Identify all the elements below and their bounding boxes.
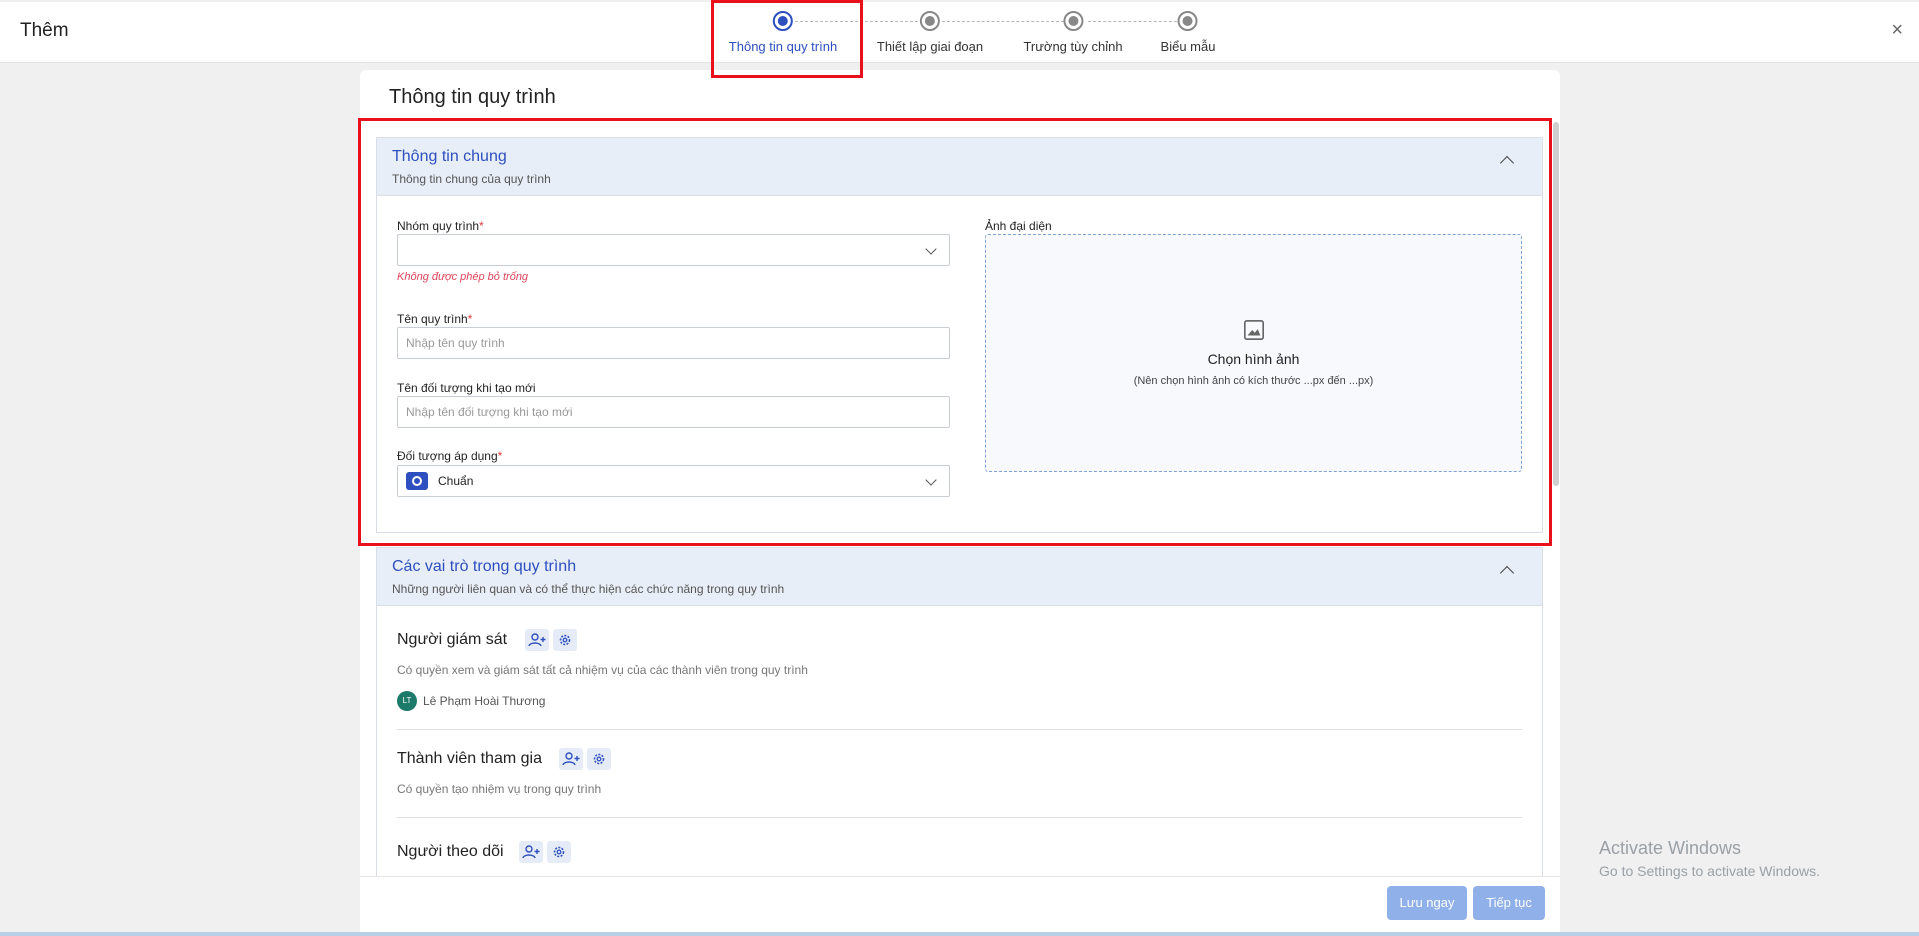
object-name-placeholder: Nhập tên đối tượng khi tạo mới [406, 405, 573, 419]
step-bieu-mau[interactable]: Biểu mẫu [1160, 11, 1216, 54]
member-name: Lê Phạm Hoài Thương [423, 694, 546, 708]
gear-icon [559, 634, 571, 646]
stepper: Thông tin quy trình Thiết lập giai đoạn … [0, 0, 1919, 62]
general-info-header[interactable]: Thông tin chung Thông tin chung của quy … [377, 138, 1542, 196]
step-thong-tin-quy-trinh[interactable]: Thông tin quy trình [729, 11, 837, 54]
required-mark: * [479, 219, 484, 233]
divider [397, 729, 1522, 730]
role-settings-button[interactable] [547, 841, 571, 863]
watermark-line2: Go to Settings to activate Windows. [1599, 863, 1820, 879]
step-active-icon [773, 11, 793, 31]
upload-hint: (Nên chọn hình ảnh có kích thước ...px đ… [1133, 375, 1374, 387]
scrollbar[interactable] [1553, 122, 1559, 486]
add-user-icon [562, 752, 580, 766]
collapse-chevron-icon[interactable] [1499, 565, 1515, 581]
role-title: Thành viên tham gia [397, 750, 542, 767]
group-select[interactable] [397, 234, 950, 266]
general-info-title: Thông tin chung [392, 148, 507, 165]
general-info-card: Thông tin chung Thông tin chung của quy … [376, 137, 1543, 533]
name-input[interactable]: Nhập tên quy trình [397, 327, 950, 359]
role-settings-button[interactable] [553, 629, 577, 651]
add-user-button[interactable] [525, 629, 549, 651]
divider [397, 817, 1522, 818]
name-placeholder: Nhập tên quy trình [406, 336, 505, 350]
apply-select[interactable]: Chuẩn [397, 465, 950, 497]
upload-title: Chọn hình ảnh [1207, 351, 1300, 367]
footer-bar: Lưu ngay Tiếp tục [360, 876, 1560, 932]
step-label: Biểu mẫu [1160, 39, 1216, 54]
roles-subtitle: Những người liên quan và có thể thực hiệ… [392, 582, 785, 596]
step-thiet-lap-giai-doan[interactable]: Thiết lập giai đoạn [877, 11, 983, 54]
roles-title: Các vai trò trong quy trình [392, 558, 577, 575]
gear-icon [593, 753, 605, 765]
required-mark: * [467, 312, 473, 326]
panel-title: Thông tin quy trình [389, 86, 556, 108]
add-user-button[interactable] [559, 748, 583, 770]
step-icon [920, 11, 940, 31]
panel-scroll-area[interactable]: Thông tin chung Thông tin chung của quy … [360, 124, 1560, 936]
gear-icon [553, 846, 565, 858]
object-name-input[interactable]: Nhập tên đối tượng khi tạo mới [397, 396, 950, 428]
name-label-text: Tên quy trình [397, 312, 468, 326]
step-label: Trường tùy chỉnh [1023, 39, 1123, 54]
step-label: Thông tin quy trình [728, 39, 838, 54]
watermark-line1: Activate Windows [1599, 838, 1742, 858]
role-title: Người theo dõi [397, 843, 504, 860]
avatar-label: Ảnh đại diện [985, 219, 1052, 233]
object-name-label: Tên đối tượng khi tạo mới [397, 381, 536, 395]
chevron-down-icon [925, 474, 937, 486]
group-error-text: Không được phép bỏ trống [397, 271, 529, 283]
general-info-subtitle: Thông tin chung của quy trình [392, 172, 551, 186]
roles-header[interactable]: Các vai trò trong quy trình Những người … [377, 548, 1542, 606]
bottom-strip [0, 932, 1919, 936]
apply-label: Đối tượng áp dụng* [397, 449, 502, 463]
role-settings-button[interactable] [587, 748, 611, 770]
step-icon [1177, 11, 1198, 31]
save-button[interactable]: Lưu ngay [1387, 886, 1467, 920]
role-description: Có quyền tạo nhiệm vụ trong quy trình [397, 782, 602, 796]
name-label: Tên quy trình* [397, 312, 472, 326]
required-mark: * [497, 449, 503, 463]
apply-label-text: Đối tượng áp dụng [397, 449, 498, 463]
target-icon [406, 472, 428, 490]
windows-watermark: Activate Windows Go to Settings to activ… [1599, 838, 1820, 879]
step-icon [1063, 11, 1083, 31]
role-description: Có quyền xem và giám sát tất cả nhiệm vụ… [397, 663, 808, 677]
add-user-button[interactable] [519, 841, 543, 863]
collapse-chevron-icon[interactable] [1499, 155, 1515, 171]
step-label: Thiết lập giai đoạn [876, 39, 984, 54]
group-label-text: Nhóm quy trình [397, 219, 480, 233]
chevron-down-icon [925, 243, 937, 255]
role-title: Người giám sát [397, 631, 508, 648]
image-icon [1243, 320, 1264, 340]
avatar: LT [397, 691, 417, 711]
apply-select-value: Chuẩn [438, 474, 474, 488]
step-truong-tuy-chinh[interactable]: Trường tùy chỉnh [1023, 11, 1123, 54]
group-label: Nhóm quy trình* [397, 219, 484, 233]
add-user-icon [528, 633, 546, 647]
next-button[interactable]: Tiếp tục [1473, 886, 1545, 920]
add-user-icon [522, 845, 540, 859]
main-panel: Thông tin quy trình Thông tin chung Thôn… [360, 70, 1560, 936]
image-upload-area[interactable]: Chọn hình ảnh (Nên chọn hình ảnh có kích… [985, 234, 1522, 472]
